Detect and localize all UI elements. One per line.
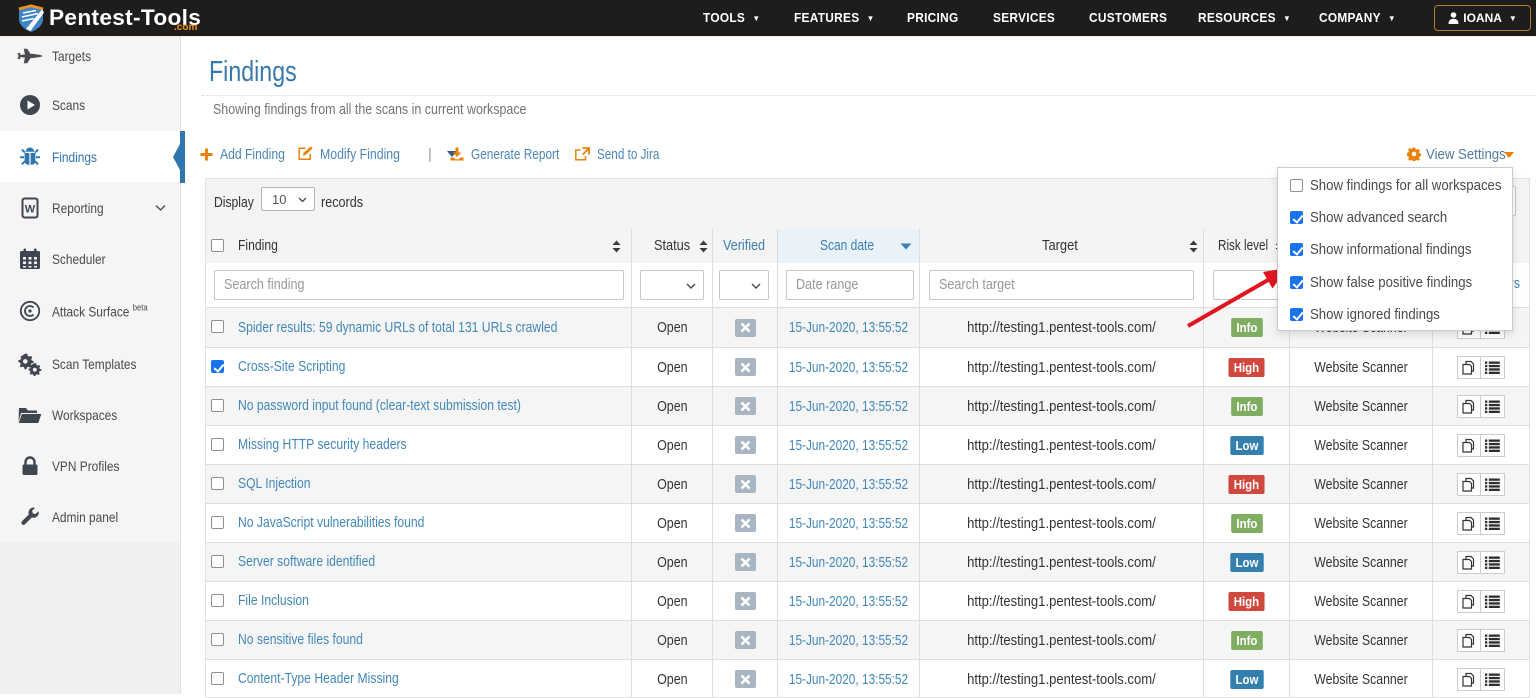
svg-text:W: W <box>25 203 36 215</box>
